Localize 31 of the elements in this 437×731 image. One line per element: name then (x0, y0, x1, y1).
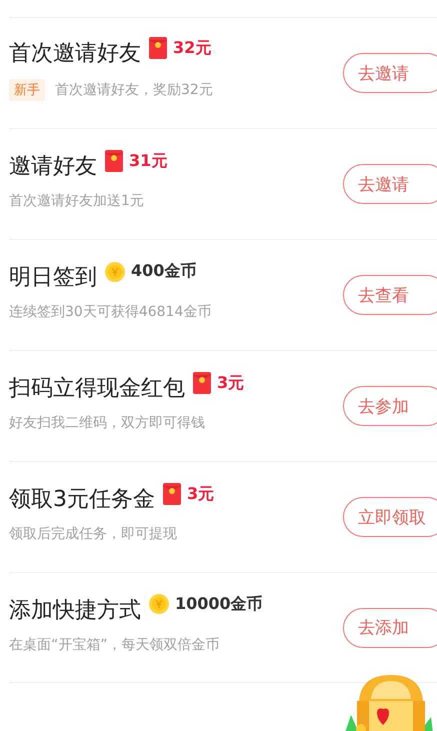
reward-amount: 3元 (217, 372, 244, 394)
task-title: 明日签到 (9, 264, 97, 292)
task-title: 首次邀请好友 (9, 40, 141, 68)
envelope-icon (193, 372, 211, 394)
task-button[interactable]: 立即领取 (343, 497, 437, 537)
envelope-icon (105, 150, 123, 172)
task-description: 连续签到30天可获得46814金币 (9, 303, 212, 321)
task-button[interactable]: 去参加 (343, 386, 437, 426)
reward-amount: 31元 (129, 150, 168, 172)
task-button[interactable]: 去邀请 (343, 164, 437, 204)
envelope-icon (163, 483, 181, 505)
task-description: 首次邀请好友，奖励32元 (55, 81, 213, 99)
task-description: 领取后完成任务，即可提现 (9, 525, 177, 543)
task-title: 添加快捷方式 (9, 596, 141, 624)
coin-icon (105, 262, 125, 282)
task-description: 首次邀请好友加送1元 (9, 192, 144, 210)
task-description: 在桌面“开宝箱”，每天领双倍金币 (9, 636, 220, 654)
reward-amount: 3元 (187, 484, 214, 504)
task-description: 好友扫我二维码，双方即可得钱 (9, 414, 205, 432)
newbie-tag: 新手 (9, 79, 45, 101)
reward-amount: 400金币 (131, 261, 196, 282)
task-title: 领取3元任务金 (9, 486, 155, 514)
reward-amount: 32元 (173, 38, 212, 58)
reward-amount: 10000金币 (175, 594, 263, 614)
task-button[interactable]: 去查看 (343, 275, 437, 315)
task-button[interactable]: 去添加 (343, 608, 437, 648)
task-title: 邀请好友 (9, 153, 97, 181)
task-title: 扫码立得现金红包 (9, 375, 185, 403)
task-button[interactable]: 去邀请 (343, 53, 437, 93)
envelope-icon (149, 37, 167, 59)
coin-icon (149, 594, 169, 614)
